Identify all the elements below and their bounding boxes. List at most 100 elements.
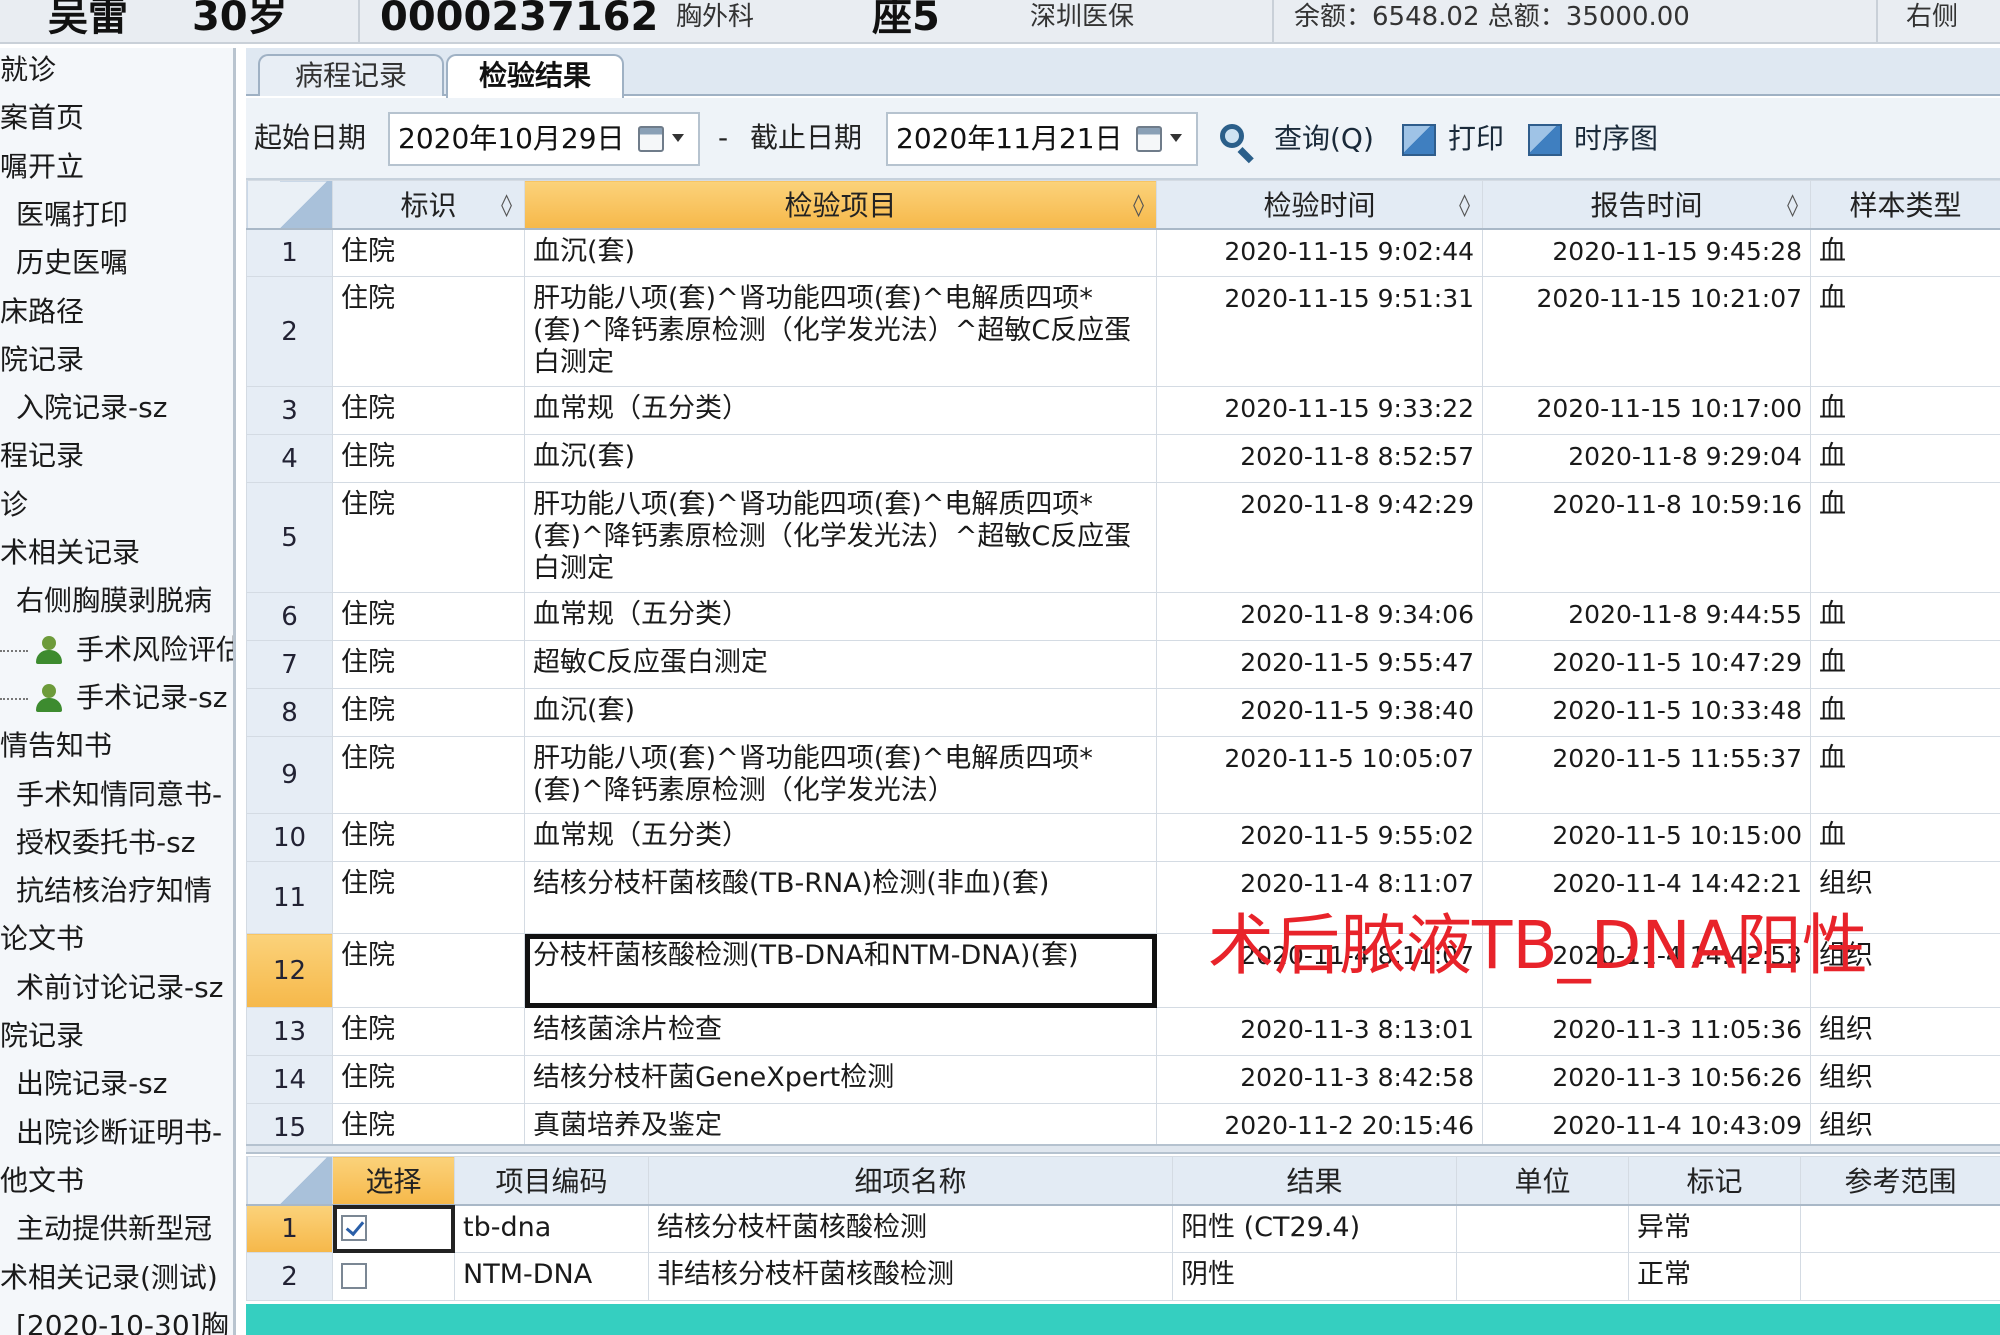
sidebar-item[interactable]: 手术风险评估: [0, 628, 233, 672]
print-button[interactable]: 打印: [1402, 114, 1514, 164]
lab-table-row[interactable]: 10 住院 血常规（五分类） 2020-11-5 9:55:02 2020-11-5 1…: [246, 813, 2000, 862]
end-date-picker[interactable]: 2020年11月21日: [886, 112, 1198, 166]
sidebar-item[interactable]: 手术知情同意书-: [16, 773, 222, 817]
sidebar-item-label: 诊: [0, 487, 29, 521]
start-date-picker[interactable]: 2020年10月29日: [388, 112, 700, 166]
query-label: 查询(Q): [1274, 122, 1374, 155]
chevron-down-icon[interactable]: [672, 134, 684, 142]
sidebar-item[interactable]: 出院诊断证明书-: [16, 1111, 222, 1155]
row-number: 5: [246, 482, 333, 593]
sidebar-item[interactable]: 术相关记录(测试): [0, 1256, 218, 1300]
cell-test-time: 2020-11-8 9:34:06: [1156, 592, 1483, 641]
sidebar-item[interactable]: 出院记录-sz: [16, 1062, 167, 1106]
col-header-test-time[interactable]: 检验时间 ◊: [1156, 180, 1483, 230]
sidebar-item[interactable]: 入院记录-sz: [16, 386, 167, 430]
sidebar-item[interactable]: 院记录: [0, 1014, 84, 1058]
col-header-subitem[interactable]: 细项名称: [648, 1156, 1173, 1206]
sidebar-item[interactable]: 历史医嘱: [16, 241, 128, 285]
sidebar-item[interactable]: 授权委托书-sz: [16, 821, 195, 865]
patient-age: 30岁: [191, 0, 288, 40]
row-number: 3: [246, 386, 333, 435]
col-header-code[interactable]: 项目编码: [454, 1156, 649, 1206]
timeline-button[interactable]: 时序图: [1528, 114, 1668, 164]
lab-table-row[interactable]: 7 住院 超敏C反应蛋白测定 2020-11-5 9:55:47 2020-11-5 1…: [246, 640, 2000, 689]
sidebar-item-label: [2020-10-30]胸: [16, 1308, 229, 1335]
result-detail-table: 选择 项目编码 细项名称 结果 单位 标记 参考范围 1 tb-dna 结核分枝杆菌…: [246, 1156, 2000, 1301]
sidebar-item[interactable]: 术相关记录: [0, 531, 140, 575]
sidebar-item[interactable]: 程记录: [0, 434, 84, 478]
cell-select: [332, 1204, 455, 1253]
col-header-select[interactable]: 选择: [332, 1156, 455, 1206]
sidebar-item[interactable]: 论文书: [0, 917, 84, 961]
query-button[interactable]: 查询(Q): [1218, 114, 1388, 164]
lab-table-row[interactable]: 4 住院 血沉(套) 2020-11-8 8:52:57 2020-11-8 9:29:…: [246, 434, 2000, 483]
sidebar-item[interactable]: 他文书: [0, 1159, 84, 1203]
select-all-corner[interactable]: [246, 180, 333, 230]
sidebar-item[interactable]: 就诊: [0, 48, 56, 92]
sort-icon[interactable]: ◊: [1459, 193, 1470, 218]
cell-test-item: 血沉(套): [524, 434, 1157, 483]
lab-table-row[interactable]: 14 住院 结核分枝杆菌GeneXpert检测 2020-11-3 8:42:58 20…: [246, 1055, 2000, 1104]
col-header-unit[interactable]: 单位: [1456, 1156, 1629, 1206]
col-header-test-item[interactable]: 检验项目 ◊: [524, 180, 1157, 230]
calendar-icon[interactable]: [638, 126, 664, 152]
cell-sample-type: 血: [1810, 228, 2000, 277]
sidebar-item[interactable]: 右侧胸膜剥脱病: [16, 579, 212, 623]
lab-table-row[interactable]: 8 住院 血沉(套) 2020-11-5 9:38:40 2020-11-5 10:33…: [246, 688, 2000, 737]
sidebar-item[interactable]: 抗结核治疗知情: [16, 869, 212, 913]
detail-table-row[interactable]: 1 tb-dna 结核分枝杆菌核酸检测 阳性 (CT29.4) 异常: [246, 1204, 2000, 1253]
sort-icon[interactable]: ◊: [1133, 193, 1144, 218]
sidebar-item[interactable]: 院记录: [0, 338, 84, 382]
col-header-tag[interactable]: 标识 ◊: [332, 180, 525, 230]
sidebar-item[interactable]: 手术记录-sz: [0, 676, 227, 720]
sort-icon[interactable]: ◊: [501, 193, 512, 218]
row-number: 4: [246, 434, 333, 483]
print-label: 打印: [1448, 122, 1505, 155]
sidebar-item[interactable]: 医嘱打印: [16, 193, 128, 237]
sidebar-item[interactable]: 床路径: [0, 290, 84, 334]
cell-unit: [1456, 1252, 1629, 1301]
col-header-sample-type[interactable]: 样本类型: [1810, 180, 2000, 230]
insurance-type: 深圳医保: [1030, 2, 1135, 32]
lab-table-row[interactable]: 3 住院 血常规（五分类） 2020-11-15 9:33:22 2020-11-15 …: [246, 386, 2000, 435]
select-checkbox[interactable]: [341, 1215, 367, 1241]
col-header-report-time[interactable]: 报告时间 ◊: [1482, 180, 1811, 230]
sidebar-item[interactable]: 案首页: [0, 96, 84, 140]
sidebar-item[interactable]: 术前讨论记录-sz: [16, 966, 223, 1010]
status-bar: [246, 1304, 2000, 1335]
sidebar-item-label: 情告知书: [0, 729, 113, 763]
sidebar-item-label: 术相关记录: [0, 536, 141, 569]
patient-id-cell: 0000237162 胸外科 座5 深圳医保: [364, 0, 1274, 42]
sidebar-item[interactable]: [2020-10-30]胸: [16, 1304, 229, 1335]
sidebar-item[interactable]: 诊: [0, 483, 28, 527]
tab-lab-results[interactable]: 检验结果: [446, 54, 624, 98]
sidebar-item-label: 出院记录-sz: [16, 1067, 168, 1101]
sidebar-item-label: 抗结核治疗知情: [16, 874, 213, 908]
lab-table-row[interactable]: 9 住院 肝功能八项(套)^肾功能四项(套)^电解质四项*(套)^降钙素原检测（化学…: [246, 736, 2000, 814]
select-checkbox[interactable]: [341, 1262, 367, 1289]
lab-table-row[interactable]: 13 住院 结核菌涂片检查 2020-11-3 8:13:01 2020-11-3 11…: [246, 1007, 2000, 1056]
pane-splitter[interactable]: [246, 1144, 2000, 1154]
cell-test-time: 2020-11-5 9:55:47: [1156, 640, 1483, 689]
cell-sample-type: 血: [1810, 813, 2000, 862]
calendar-icon[interactable]: [1136, 126, 1162, 152]
lab-table-row[interactable]: 5 住院 肝功能八项(套)^肾功能四项(套)^电解质四项*(套)^降钙素原检测（化学…: [246, 482, 2000, 593]
lab-table-row[interactable]: 1 住院 血沉(套) 2020-11-15 9:02:44 2020-11-15 9:4…: [246, 228, 2000, 277]
lab-table-row[interactable]: 2 住院 肝功能八项(套)^肾功能四项(套)^电解质四项*(套)^降钙素原检测（化学…: [246, 276, 2000, 387]
col-header-reference[interactable]: 参考范围: [1800, 1156, 2000, 1206]
detail-table-row[interactable]: 2 NTM-DNA 非结核分枝杆菌核酸检测 阴性 正常: [246, 1252, 2000, 1301]
detail-header-row: 选择 项目编码 细项名称 结果 单位 标记 参考范围: [246, 1156, 2000, 1206]
detail-select-all-corner[interactable]: [246, 1156, 333, 1206]
sidebar-item[interactable]: 嘱开立: [0, 145, 84, 189]
sidebar-item-label: 术相关记录(测试): [0, 1260, 218, 1294]
col-header-flag[interactable]: 标记: [1628, 1156, 1801, 1206]
sidebar-item[interactable]: 主动提供新型冠: [16, 1207, 212, 1251]
sort-icon[interactable]: ◊: [1787, 193, 1798, 218]
sidebar-item-label: 他文书: [0, 1163, 85, 1197]
tab-progress-notes[interactable]: 病程记录: [258, 54, 444, 96]
lab-table-row[interactable]: 6 住院 血常规（五分类） 2020-11-8 9:34:06 2020-11-8 9:…: [246, 592, 2000, 641]
chevron-down-icon[interactable]: [1170, 134, 1182, 142]
sidebar-item[interactable]: 情告知书: [0, 724, 112, 768]
timeline-label: 时序图: [1574, 122, 1659, 155]
col-header-result[interactable]: 结果: [1172, 1156, 1457, 1206]
